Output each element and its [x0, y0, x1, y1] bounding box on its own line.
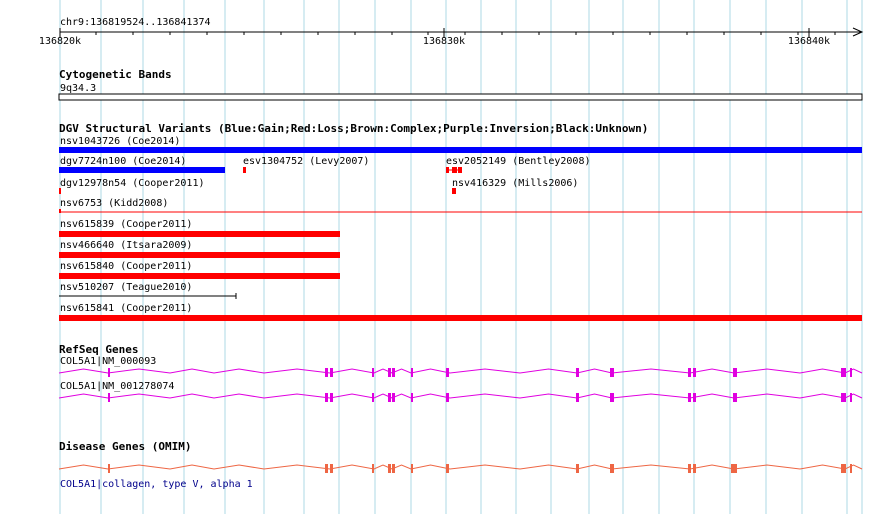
omim-gene-intron: [58, 464, 863, 470]
transcript-exon[interactable]: [411, 368, 413, 377]
transcript-label: COL5A1|NM_001278074: [60, 381, 174, 392]
genome-track-view[interactable]: chr9:136819524..136841374 136820k 136830k…: [0, 0, 890, 514]
transcript-exon[interactable]: [411, 393, 413, 402]
ruler-tick-label: 136840k: [788, 36, 830, 47]
transcript-exon[interactable]: [576, 393, 579, 402]
omim-gene-exon[interactable]: [388, 464, 391, 473]
variant-label: nsv416329 (Mills2006): [452, 178, 578, 189]
omim-gene-exon[interactable]: [610, 464, 614, 473]
variant-bar[interactable]: [59, 252, 340, 258]
ruler-tick-label: 136830k: [423, 36, 465, 47]
omim-gene-exon[interactable]: [108, 464, 110, 473]
transcript-exon[interactable]: [330, 393, 333, 402]
variant-bar[interactable]: [243, 167, 246, 173]
omim-gene-exon[interactable]: [841, 464, 846, 473]
transcript-exon[interactable]: [841, 393, 846, 402]
variant-label: nsv510207 (Teague2010): [60, 282, 192, 293]
transcript-exon[interactable]: [330, 368, 333, 377]
transcript-exon[interactable]: [733, 393, 737, 402]
variant-bar[interactable]: [59, 188, 61, 194]
omim-gene-exon[interactable]: [325, 464, 328, 473]
genome-browser-canvas[interactable]: chr9:136819524..136841374 136820k 136830k…: [0, 0, 890, 514]
ruler-tick-label: 136820k: [39, 36, 81, 47]
variant-label: nsv6753 (Kidd2008): [60, 198, 168, 209]
transcript-exon[interactable]: [576, 368, 579, 377]
transcript-label: COL5A1|NM_000093: [60, 356, 156, 367]
transcript-exon[interactable]: [850, 368, 852, 377]
variant-label: nsv1043726 (Coe2014): [60, 136, 180, 147]
transcript-exon[interactable]: [325, 393, 328, 402]
variant-bar[interactable]: [59, 167, 225, 173]
transcript-exon[interactable]: [733, 368, 737, 377]
transcript-exon[interactable]: [446, 393, 449, 402]
transcript-exon[interactable]: [388, 393, 391, 402]
omim-gene-features[interactable]: COL5A1|collagen, type V, alpha 1: [58, 464, 863, 490]
transcript-exon[interactable]: [688, 393, 691, 402]
coordinate-ruler[interactable]: 136820k 136830k 136840k: [39, 27, 864, 47]
omim-gene-exon[interactable]: [411, 464, 413, 473]
variant-label: nsv615839 (Cooper2011): [60, 219, 192, 230]
transcript-exon[interactable]: [372, 393, 374, 402]
transcript-exon[interactable]: [392, 368, 395, 377]
omim-gene-exon[interactable]: [688, 464, 691, 473]
variant-label: dgv7724n100 (Coe2014): [60, 156, 186, 167]
omim-gene-exon[interactable]: [392, 464, 395, 473]
cytoband-label: 9q34.3: [60, 83, 96, 94]
omim-gene-exon[interactable]: [850, 464, 852, 473]
omim-gene-exon[interactable]: [693, 464, 696, 473]
variant-bar[interactable]: [59, 273, 340, 279]
transcript-exon[interactable]: [446, 368, 449, 377]
transcript-exon[interactable]: [841, 368, 846, 377]
transcript-exon[interactable]: [108, 368, 110, 377]
dgv-variant-features[interactable]: nsv1043726 (Coe2014) dgv7724n100 (Coe2014…: [59, 136, 862, 321]
omim-track-title: Disease Genes (OMIM): [59, 440, 191, 453]
omim-gene-exon[interactable]: [372, 464, 374, 473]
refseq-track-title: RefSeq Genes: [59, 343, 138, 356]
transcript-exon[interactable]: [850, 393, 852, 402]
transcript-intron: [58, 393, 863, 399]
variant-label: nsv615840 (Cooper2011): [60, 261, 192, 272]
variant-bar[interactable]: [59, 315, 862, 321]
transcript-exon[interactable]: [693, 393, 696, 402]
transcript-exon[interactable]: [610, 393, 614, 402]
transcript-exon[interactable]: [325, 368, 328, 377]
transcript-exon[interactable]: [388, 368, 391, 377]
transcript-exon[interactable]: [693, 368, 696, 377]
variant-bar[interactable]: [59, 147, 862, 153]
dgv-track-title: DGV Structural Variants (Blue:Gain;Red:L…: [59, 122, 648, 135]
omim-gene-exon[interactable]: [330, 464, 333, 473]
omim-gene-exon[interactable]: [446, 464, 449, 473]
transcript-exon[interactable]: [392, 393, 395, 402]
refseq-transcript-features[interactable]: COL5A1|NM_000093 COL5A1|NM_001278074: [58, 356, 863, 402]
transcript-exon[interactable]: [372, 368, 374, 377]
variant-label: nsv615841 (Cooper2011): [60, 303, 192, 314]
variant-label: dgv12978n54 (Cooper2011): [60, 178, 205, 189]
variant-label: esv2052149 (Bentley2008): [446, 156, 591, 167]
variant-bar[interactable]: [452, 188, 456, 194]
transcript-intron: [58, 368, 863, 374]
omim-gene-exon[interactable]: [731, 464, 737, 473]
cytoband-bar[interactable]: [58, 93, 863, 101]
variant-label: esv1304752 (Levy2007): [243, 156, 369, 167]
variant-label: nsv466640 (Itsara2009): [60, 240, 192, 251]
transcript-exon[interactable]: [610, 368, 614, 377]
omim-gene-exon[interactable]: [576, 464, 579, 473]
transcript-exon[interactable]: [108, 393, 110, 402]
location-label: chr9:136819524..136841374: [60, 17, 211, 28]
variant-bar[interactable]: [59, 231, 340, 237]
cytoband-track-title: Cytogenetic Bands: [59, 68, 172, 81]
transcript-exon[interactable]: [688, 368, 691, 377]
omim-gene-label[interactable]: COL5A1|collagen, type V, alpha 1: [60, 479, 253, 490]
